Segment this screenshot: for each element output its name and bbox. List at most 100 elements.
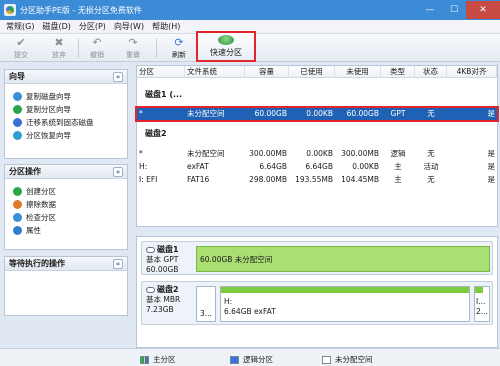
- cell-filesystem: FAT16: [187, 175, 210, 184]
- table-header: 分区 文件系统 容量 已使用 未使用 类型 状态 4KB对齐: [137, 66, 497, 78]
- disk2-efi-segment[interactable]: I... 2...: [474, 286, 490, 322]
- table-row[interactable]: I: EFI FAT16 298.00MB 193.55MB 104.45MB …: [137, 174, 497, 186]
- cell-partition: *: [139, 109, 143, 118]
- legend-primary-label: 主分区: [153, 355, 176, 364]
- menu-wizard[interactable]: 向导(W): [110, 21, 148, 32]
- collapse-icon[interactable]: «: [113, 166, 123, 177]
- legend-logical-label: 逻辑分区: [243, 355, 273, 364]
- pending-ops-panel: 等待执行的操作 «: [4, 256, 128, 316]
- disk2-info: 磁盘2 基本 MBR 7.23GB: [146, 285, 192, 315]
- table-row[interactable]: * 未分配空间 60.00GB 0.00KB 60.00GB GPT 无 是: [135, 106, 499, 122]
- disk2-seg1-label: 3...: [200, 309, 212, 318]
- disk2-seg3-label: 2...: [476, 307, 488, 316]
- wizard-item-migrate-os[interactable]: 迁移系统到固态磁盘: [5, 116, 127, 129]
- close-button[interactable]: ✕: [466, 1, 500, 19]
- col-filesystem[interactable]: 文件系统: [185, 66, 245, 77]
- cell-status: 活动: [423, 162, 439, 171]
- legend-logical-swatch: [230, 355, 239, 364]
- partition-table: 分区 文件系统 容量 已使用 未使用 类型 状态 4KB对齐 磁盘1 (... …: [135, 65, 499, 227]
- undo-button[interactable]: ↶ 撤销: [82, 36, 112, 61]
- col-free[interactable]: 未使用: [335, 66, 381, 77]
- wizard-item-label: 迁移系统到固态磁盘: [26, 118, 94, 127]
- refresh-button[interactable]: ⟳ 刷新: [164, 36, 194, 61]
- table-row[interactable]: H: exFAT 6.64GB 6.64GB 0.00KB 主 活动 是: [137, 161, 497, 173]
- cell-status: 无: [427, 149, 435, 158]
- col-partition[interactable]: 分区: [137, 66, 185, 77]
- disk1-group-label: 磁盘1 (...: [145, 90, 183, 99]
- copy-partition-icon: [13, 105, 22, 114]
- minimize-button[interactable]: —: [418, 1, 442, 19]
- sidebar: 向导 « 复制磁盘向导 复制分区向导 迁移系统到固态磁盘 分区恢复向导 分区操作…: [0, 63, 132, 348]
- wizard-item-copy-disk[interactable]: 复制磁盘向导: [5, 90, 127, 103]
- toolbar-divider: [78, 38, 79, 58]
- undo-icon: ↶: [92, 36, 102, 49]
- legend-logical: 逻辑分区: [230, 354, 273, 365]
- op-check-partition[interactable]: 检查分区: [5, 211, 127, 224]
- cell-used: 0.00KB: [306, 149, 333, 158]
- cell-free: 60.00GB: [346, 109, 379, 118]
- collapse-icon[interactable]: «: [113, 71, 123, 82]
- disk2-h-partition-segment[interactable]: H: 6.64GB exFAT: [220, 286, 470, 322]
- cell-capacity: 300.00MB: [249, 149, 287, 158]
- disk-map-panel: 磁盘1 基本 GPT 60.00GB 60.00GB 未分配空间 磁盘2 基本 …: [136, 236, 498, 348]
- menu-general[interactable]: 常规(G): [2, 21, 38, 32]
- redo-button[interactable]: ↷ 重做: [118, 36, 148, 61]
- menu-help[interactable]: 帮助(H): [148, 21, 184, 32]
- op-create-partition[interactable]: 创建分区: [5, 185, 127, 198]
- quick-partition-icon: [218, 35, 234, 45]
- toolbar-divider: [156, 38, 157, 58]
- op-label: 创建分区: [26, 187, 56, 196]
- disk2-card[interactable]: 磁盘2 基本 MBR 7.23GB 3... H: 6.64GB exFAT I…: [141, 281, 493, 325]
- table-row[interactable]: * 未分配空间 300.00MB 0.00KB 300.00MB 逻辑 无 是: [137, 148, 497, 160]
- cell-type: 主: [394, 175, 402, 184]
- cell-type: 逻辑: [390, 149, 406, 158]
- commit-button[interactable]: ✔ 提交: [6, 36, 36, 61]
- pending-ops-title: 等待执行的操作: [9, 259, 65, 268]
- op-label: 检查分区: [26, 213, 56, 222]
- col-status[interactable]: 状态: [415, 66, 447, 77]
- redo-icon: ↷: [128, 36, 138, 49]
- cell-align: 是: [487, 149, 496, 158]
- col-type[interactable]: 类型: [381, 66, 415, 77]
- cell-type: 主: [394, 162, 402, 171]
- wizard-panel-header[interactable]: 向导 «: [5, 70, 127, 84]
- menu-partition[interactable]: 分区(P): [75, 21, 110, 32]
- discard-icon: ✖: [54, 36, 64, 49]
- partition-ops-header[interactable]: 分区操作 «: [5, 165, 127, 179]
- discard-label: 放弃: [52, 51, 66, 59]
- legend-unallocated: 未分配空间: [322, 354, 373, 365]
- col-4k-align[interactable]: 4KB对齐: [447, 66, 497, 77]
- check-icon: ✔: [16, 36, 26, 49]
- col-capacity[interactable]: 容量: [245, 66, 289, 77]
- wizard-item-label: 复制磁盘向导: [26, 92, 71, 101]
- cell-filesystem: exFAT: [187, 162, 209, 171]
- cell-used: 6.64GB: [305, 162, 333, 171]
- window-title: 分区助手PE版 - 无损分区免费软件: [20, 5, 142, 15]
- recover-icon: [13, 131, 22, 140]
- quick-partition-button[interactable]: 快速分区: [196, 31, 256, 62]
- disk2-size: 7.23GB: [146, 305, 174, 314]
- cell-align: 是: [487, 109, 496, 118]
- wizard-item-copy-partition[interactable]: 复制分区向导: [5, 103, 127, 116]
- discard-button[interactable]: ✖ 放弃: [44, 36, 74, 61]
- pending-ops-header[interactable]: 等待执行的操作 «: [5, 257, 127, 271]
- commit-label: 提交: [14, 51, 28, 59]
- title-bar: 分区助手PE版 - 无损分区免费软件 — ☐ ✕: [0, 0, 500, 20]
- op-label: 擦除数据: [26, 200, 56, 209]
- op-properties[interactable]: 属性: [5, 224, 127, 237]
- legend-primary-swatch: [140, 355, 149, 364]
- cell-used: 193.55MB: [295, 175, 333, 184]
- disk1-unallocated-segment[interactable]: 60.00GB 未分配空间: [196, 246, 490, 272]
- disk2-unallocated-segment[interactable]: 3...: [196, 286, 216, 322]
- collapse-icon[interactable]: «: [113, 258, 123, 269]
- col-used[interactable]: 已使用: [289, 66, 335, 77]
- menu-disk[interactable]: 磁盘(D): [38, 21, 74, 32]
- op-wipe-data[interactable]: 擦除数据: [5, 198, 127, 211]
- wizard-item-recover[interactable]: 分区恢复向导: [5, 129, 127, 142]
- disk1-info: 磁盘1 基本 GPT 60.00GB: [146, 245, 192, 275]
- disk2-seg2-name: H:: [224, 297, 233, 306]
- maximize-button[interactable]: ☐: [442, 1, 466, 19]
- properties-icon: [13, 226, 22, 235]
- disk1-card[interactable]: 磁盘1 基本 GPT 60.00GB 60.00GB 未分配空间: [141, 241, 493, 275]
- cell-capacity: 298.00MB: [249, 175, 287, 184]
